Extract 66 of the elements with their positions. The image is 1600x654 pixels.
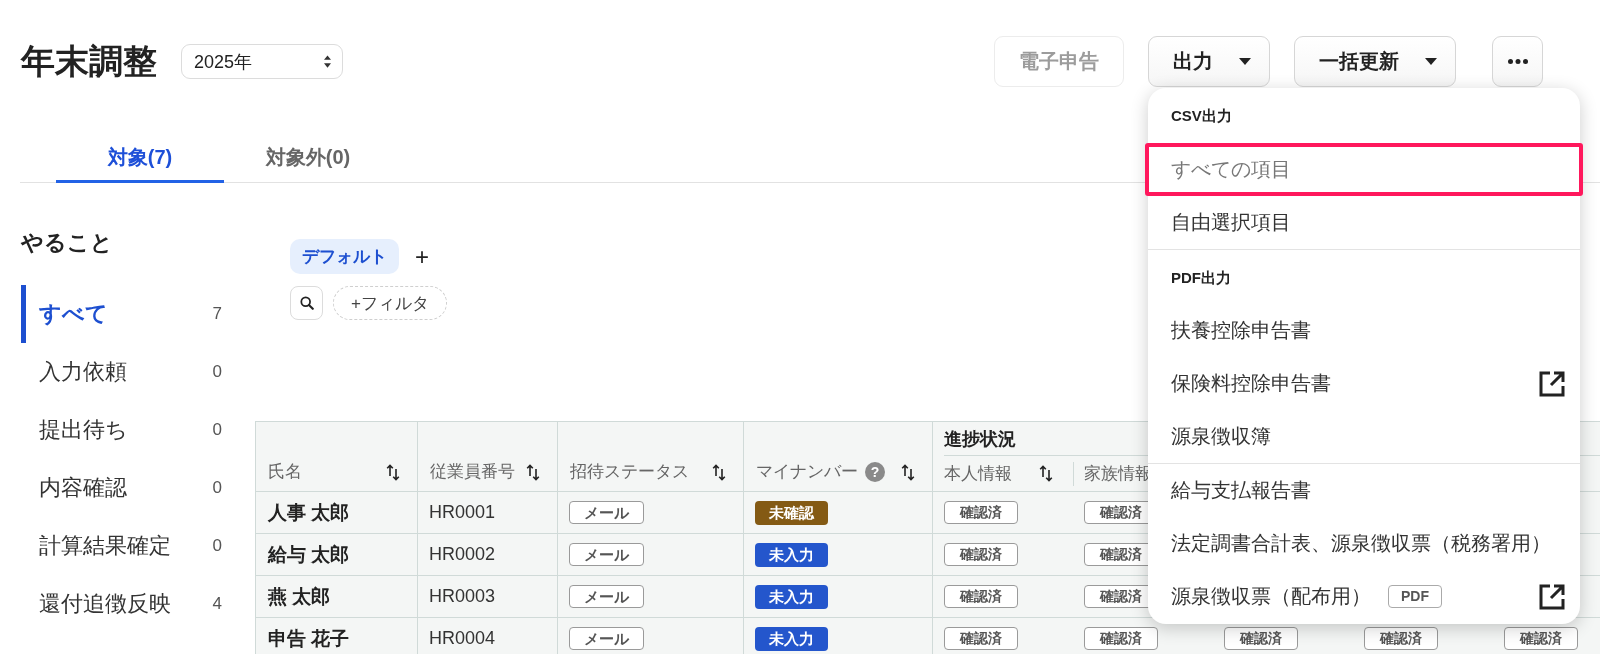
menu-section-title: CSV出力 [1170, 106, 1233, 126]
table-cell: HR0004 [417, 617, 558, 654]
status-badge: 確認済 [1503, 627, 1578, 650]
status-badge: 確認済 [944, 627, 1018, 650]
table-cell: HR0002 [417, 533, 558, 576]
sort-icon[interactable] [901, 463, 915, 481]
menu-item[interactable]: 保険料控除申告書 [1148, 357, 1580, 410]
more-button[interactable] [1492, 36, 1543, 87]
sidebar-item[interactable]: 入力依頼 0 [21, 343, 222, 401]
sort-icon[interactable] [386, 463, 400, 481]
year-select[interactable]: 2025年 [181, 44, 343, 79]
menu-item[interactable]: 扶養控除申告書 [1148, 304, 1580, 357]
tab[interactable]: 対象外(0) [224, 138, 392, 183]
page-title: 年末調整 [21, 42, 157, 81]
sidebar-item[interactable]: 計算結果確定 0 [21, 517, 222, 575]
status-badge: 確認済 [944, 585, 1018, 608]
column-group-header: 進捗状況 [944, 429, 1016, 449]
invitation-badge: メール [569, 501, 644, 524]
filter-button[interactable]: +フィルタ [333, 286, 447, 320]
select-arrows-icon [324, 55, 331, 68]
menu-item[interactable]: 自由選択項目 [1148, 196, 1580, 249]
column-header: 招待ステータス [570, 461, 689, 483]
caret-icon [1239, 58, 1251, 65]
file-type-badge: PDF [1388, 585, 1442, 608]
column-header: 従業員番号 [430, 461, 515, 483]
sidebar-item[interactable]: 提出待ち 0 [21, 401, 222, 459]
status-badge: 未確認 [755, 500, 828, 525]
column-header: 本人情報 [944, 462, 1012, 485]
table-cell: HR0003 [417, 575, 558, 618]
sidebar-item[interactable]: すべて 7 [21, 285, 222, 343]
invitation-badge: メール [569, 543, 644, 566]
add-view-button[interactable]: + [411, 244, 433, 269]
status-badge: 確認済 [1083, 627, 1158, 650]
column-header: 氏名 [268, 461, 302, 483]
sort-icon[interactable] [526, 463, 540, 481]
status-badge: 確認済 [1223, 627, 1298, 650]
status-badge: 未入力 [755, 626, 828, 651]
dropdown-button[interactable]: 出力 [1148, 36, 1270, 87]
sidebar-item[interactable]: 内容確認 0 [21, 459, 222, 517]
sidebar-item[interactable]: 還付追徴反映 4 [21, 575, 222, 633]
column-header: マイナンバー [756, 461, 858, 483]
dropdown-button[interactable]: 一括更新 [1294, 36, 1456, 87]
menu-item[interactable]: 源泉徴収簿 [1148, 410, 1580, 463]
view-chip[interactable]: デフォルト [290, 239, 399, 274]
search-icon [299, 296, 314, 310]
sidebar-title: やること [21, 229, 114, 257]
table-cell: HR0001 [417, 491, 558, 534]
status-badge: 未入力 [755, 584, 828, 609]
status-badge: 確認済 [944, 543, 1018, 566]
tab[interactable]: 対象(7) [56, 138, 224, 183]
status-badge: 確認済 [1363, 627, 1438, 650]
table-cell: 人事 太郎 [255, 491, 418, 534]
status-badge: 確認済 [944, 501, 1018, 524]
more-icon [1507, 59, 1528, 64]
invitation-badge: メール [569, 585, 644, 608]
sort-icon[interactable] [1038, 465, 1053, 483]
table-cell: 申告 花子 [255, 617, 418, 654]
caret-icon [1425, 58, 1437, 65]
menu-section-title: PDF出力 [1170, 267, 1232, 288]
sort-icon[interactable] [712, 463, 726, 481]
table-cell: 燕 太郎 [255, 575, 418, 618]
menu-item[interactable]: すべての項目 [1145, 143, 1583, 196]
table-cell: 給与 太郎 [255, 533, 418, 576]
invitation-badge: メール [569, 627, 644, 650]
search-button[interactable] [290, 286, 323, 320]
status-badge: 未入力 [755, 542, 828, 567]
